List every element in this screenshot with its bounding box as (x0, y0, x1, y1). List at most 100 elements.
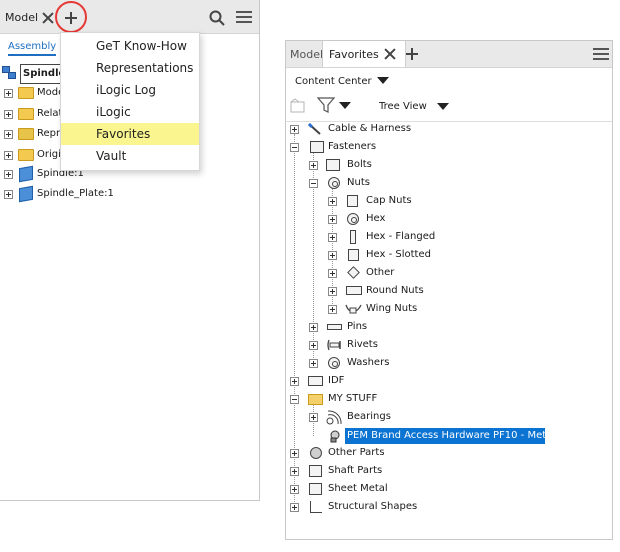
expand-icon[interactable] (4, 130, 13, 139)
expand-icon[interactable] (328, 287, 337, 296)
tree-label: Structural Shapes (328, 501, 418, 512)
bearing-icon (326, 410, 342, 425)
tree-label: Hex (366, 213, 386, 224)
assembly-icon (2, 66, 18, 80)
filter-icon[interactable] (317, 97, 335, 113)
shaft-parts-icon (309, 465, 322, 477)
expand-icon[interactable] (4, 110, 13, 119)
menu-item-vault[interactable]: Vault (61, 145, 199, 167)
subtab-assembly[interactable]: Assembly (8, 41, 57, 56)
tree-view-selector[interactable]: Tree View (379, 101, 427, 112)
close-tab-icon[interactable] (384, 48, 396, 60)
expand-icon[interactable] (328, 233, 337, 242)
search-icon[interactable] (209, 10, 225, 26)
tree-label: Hex - Flanged (366, 231, 436, 242)
tree-label: Round Nuts (366, 285, 424, 296)
expand-icon[interactable] (4, 170, 13, 179)
round-nut-icon (346, 286, 362, 295)
collapse-icon[interactable] (309, 179, 318, 188)
add-tab-icon[interactable] (406, 48, 418, 60)
menu-icon[interactable] (236, 11, 252, 24)
callout-circle (55, 1, 87, 33)
structural-shapes-icon (310, 501, 322, 513)
part-icon (19, 185, 33, 203)
bolt-icon (326, 159, 340, 171)
slotted-nut-icon (348, 249, 359, 261)
collapse-icon[interactable] (290, 395, 299, 404)
menu-icon[interactable] (593, 48, 609, 61)
menu-item-favorites[interactable]: Favorites (61, 123, 199, 145)
tree-label: Relat (37, 108, 63, 119)
expand-icon[interactable] (328, 215, 337, 224)
tree-label: Pins (347, 321, 368, 332)
tree-label: IDF (328, 375, 345, 386)
wing-nut-icon (345, 304, 362, 314)
folder-back-icon[interactable] (290, 98, 306, 114)
folder-icon (18, 87, 34, 99)
tree-label: Cap Nuts (366, 195, 412, 206)
left-tab-bar: Model (0, 0, 259, 34)
cable-icon (307, 122, 321, 135)
cap-nut-icon (347, 195, 358, 207)
hex-nut-icon (347, 213, 359, 225)
tree-label: Bolts (347, 159, 372, 170)
filter-chevron-down-icon[interactable] (339, 102, 351, 109)
expand-icon[interactable] (4, 151, 13, 160)
expand-icon[interactable] (309, 323, 318, 332)
tree-label: Sheet Metal (328, 483, 388, 494)
expand-icon[interactable] (290, 125, 299, 134)
flanged-nut-icon (350, 230, 356, 244)
close-tab-icon[interactable] (42, 12, 54, 24)
expand-icon[interactable] (290, 467, 299, 476)
expand-icon[interactable] (328, 197, 337, 206)
expand-icon[interactable] (309, 161, 318, 170)
expand-icon[interactable] (290, 377, 299, 386)
tree-label: MY STUFF (328, 393, 378, 404)
chevron-down-icon[interactable] (437, 103, 449, 110)
fasteners-icon (310, 141, 324, 153)
tree-label: Origi (37, 149, 61, 160)
tree-label: Fasteners (328, 141, 377, 152)
representations-icon (18, 128, 34, 140)
tab-favorites-label: Favorites (329, 48, 379, 61)
collapse-icon[interactable] (290, 143, 299, 152)
tree-label: Nuts (347, 177, 370, 188)
expand-icon[interactable] (328, 269, 337, 278)
menu-item-get-know-how[interactable]: GeT Know-How (61, 35, 199, 57)
nut-icon (328, 177, 340, 189)
menu-item-ilogic[interactable]: iLogic (61, 101, 199, 123)
expand-icon[interactable] (309, 341, 318, 350)
idf-icon (308, 376, 323, 386)
expand-icon[interactable] (4, 89, 13, 98)
expand-icon[interactable] (309, 413, 318, 422)
expand-icon[interactable] (290, 449, 299, 458)
pin-icon (327, 324, 342, 330)
tree-label: Hex - Slotted (366, 249, 431, 260)
other-parts-icon (310, 447, 322, 459)
tree-label-selected: PEM Brand Access Hardware PF10 - Metric (347, 430, 559, 441)
pem-hardware-icon (330, 430, 340, 443)
folder-icon (308, 394, 323, 405)
chevron-down-icon[interactable] (377, 77, 389, 84)
tab-model[interactable]: Model (5, 11, 38, 24)
expand-icon[interactable] (309, 359, 318, 368)
expand-icon[interactable] (4, 190, 13, 199)
tree-label: Shaft Parts (328, 465, 383, 476)
tree-label: Repr (37, 128, 61, 139)
tab-favorites-active[interactable]: Favorites (322, 41, 406, 67)
tab-model[interactable]: Model (290, 48, 323, 61)
expand-icon[interactable] (290, 503, 299, 512)
expand-icon[interactable] (328, 251, 337, 260)
content-center-selector[interactable]: Content Center (295, 76, 372, 87)
menu-item-ilogic-log[interactable]: iLogic Log (61, 79, 199, 101)
folder-icon (18, 108, 34, 120)
tree-label: Rivets (347, 339, 378, 350)
tree-label: Spindle_Plate:1 (37, 188, 114, 199)
expand-icon[interactable] (328, 305, 337, 314)
part-icon (19, 165, 33, 183)
menu-item-representations[interactable]: Representations (61, 57, 199, 79)
add-tab-dropdown-menu: GeT Know-How Representations iLogic Log … (60, 32, 200, 171)
tree-label: Bearings (347, 411, 391, 422)
expand-icon[interactable] (290, 485, 299, 494)
folder-icon (18, 149, 34, 161)
